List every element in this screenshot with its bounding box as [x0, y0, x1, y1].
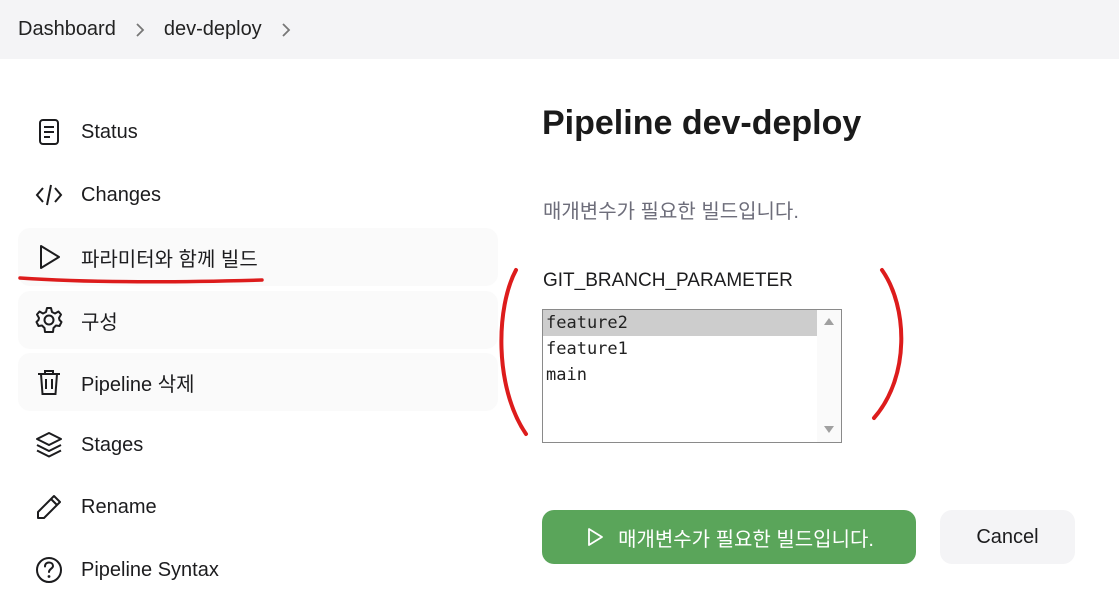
play-icon	[588, 528, 603, 546]
sidebar-item-label: Pipeline Syntax	[81, 558, 219, 581]
cancel-button-label: Cancel	[976, 525, 1039, 548]
sidebar-item-label: 구성	[81, 311, 118, 334]
listbox-scrollbar[interactable]	[817, 310, 841, 442]
chevron-right-icon	[116, 22, 164, 37]
scroll-down-arrow-icon[interactable]	[824, 426, 834, 433]
annotation-underline	[18, 276, 264, 284]
sidebar-item-status[interactable]: Status	[18, 103, 498, 161]
chevron-right-icon[interactable]	[262, 22, 310, 37]
build-button[interactable]: 매개변수가 필요한 빌드입니다.	[542, 510, 916, 564]
sidebar-item-label: 파라미터와 함께 빌드	[81, 248, 258, 271]
help-circle-icon	[32, 553, 66, 587]
breadcrumb-dashboard[interactable]: Dashboard	[18, 18, 116, 41]
gear-icon	[32, 303, 66, 337]
cancel-button[interactable]: Cancel	[940, 510, 1075, 564]
sidebar-item-label: Changes	[81, 183, 162, 206]
breadcrumb-dev-deploy[interactable]: dev-deploy	[164, 18, 262, 41]
sidebar-item-pipeline-syntax[interactable]: Pipeline Syntax	[18, 541, 498, 599]
pencil-icon	[32, 490, 66, 524]
sidebar-item-label: Pipeline 삭제	[81, 373, 195, 396]
page-title: Pipeline dev-deploy	[542, 104, 862, 142]
branch-select-list[interactable]: feature2 feature1 main	[542, 309, 842, 443]
sidebar-item-delete-pipeline[interactable]: Pipeline 삭제	[18, 353, 498, 411]
code-icon	[32, 178, 66, 212]
sidebar-item-rename[interactable]: Rename	[18, 478, 498, 536]
sidebar-item-changes[interactable]: Changes	[18, 166, 498, 224]
trash-icon	[32, 365, 66, 399]
option-feature2[interactable]: feature2	[543, 310, 817, 336]
sidebar-item-configure[interactable]: 구성	[18, 291, 498, 349]
sidebar-item-stages[interactable]: Stages	[18, 416, 498, 474]
option-feature1[interactable]: feature1	[543, 336, 817, 362]
page-description: 매개변수가 필요한 빌드입니다.	[543, 201, 799, 223]
scroll-up-arrow-icon[interactable]	[824, 318, 834, 325]
annotation-right-bracket	[872, 268, 904, 420]
document-icon	[32, 115, 66, 149]
layers-icon	[32, 428, 66, 462]
play-icon	[32, 240, 66, 274]
sidebar-item-label: Status	[81, 120, 138, 143]
option-main[interactable]: main	[543, 362, 817, 388]
sidebar-item-label: Rename	[81, 495, 157, 518]
build-button-label: 매개변수가 필요한 빌드입니다.	[618, 528, 874, 551]
breadcrumb: Dashboard dev-deploy	[0, 0, 1119, 59]
parameter-label: GIT_BRANCH_PARAMETER	[543, 270, 793, 291]
sidebar-item-label: Stages	[81, 433, 144, 456]
annotation-left-bracket	[499, 268, 528, 436]
